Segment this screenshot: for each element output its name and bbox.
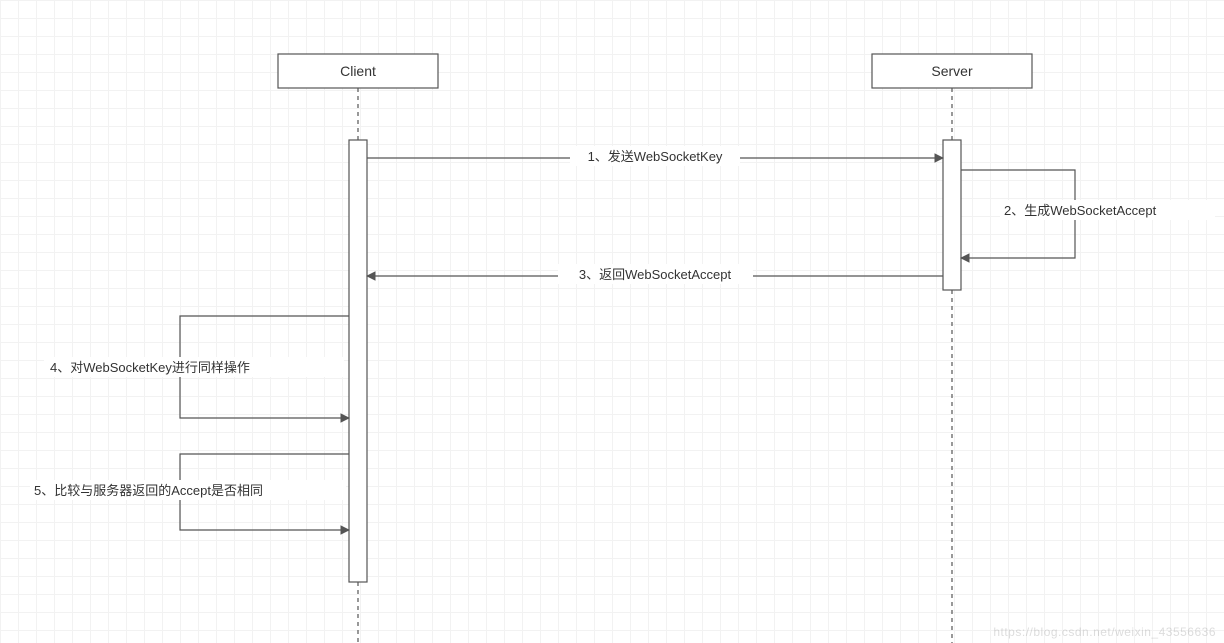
client-label: Client xyxy=(340,63,376,79)
sequence-diagram: Client Server 1、发送WebSocketKey 2、生成WebSo… xyxy=(0,0,1224,643)
server-activation xyxy=(943,140,961,290)
msg2-label: 2、生成WebSocketAccept xyxy=(1004,203,1157,218)
msg3-label: 3、返回WebSocketAccept xyxy=(579,267,732,282)
watermark: https://blog.csdn.net/weixin_43556636 xyxy=(993,625,1216,639)
msg5-label: 5、比较与服务器返回的Accept是否相同 xyxy=(34,483,263,498)
msg4-label: 4、对WebSocketKey进行同样操作 xyxy=(50,360,250,375)
client-activation xyxy=(349,140,367,582)
msg1-label: 1、发送WebSocketKey xyxy=(588,149,723,164)
server-label: Server xyxy=(931,63,973,79)
